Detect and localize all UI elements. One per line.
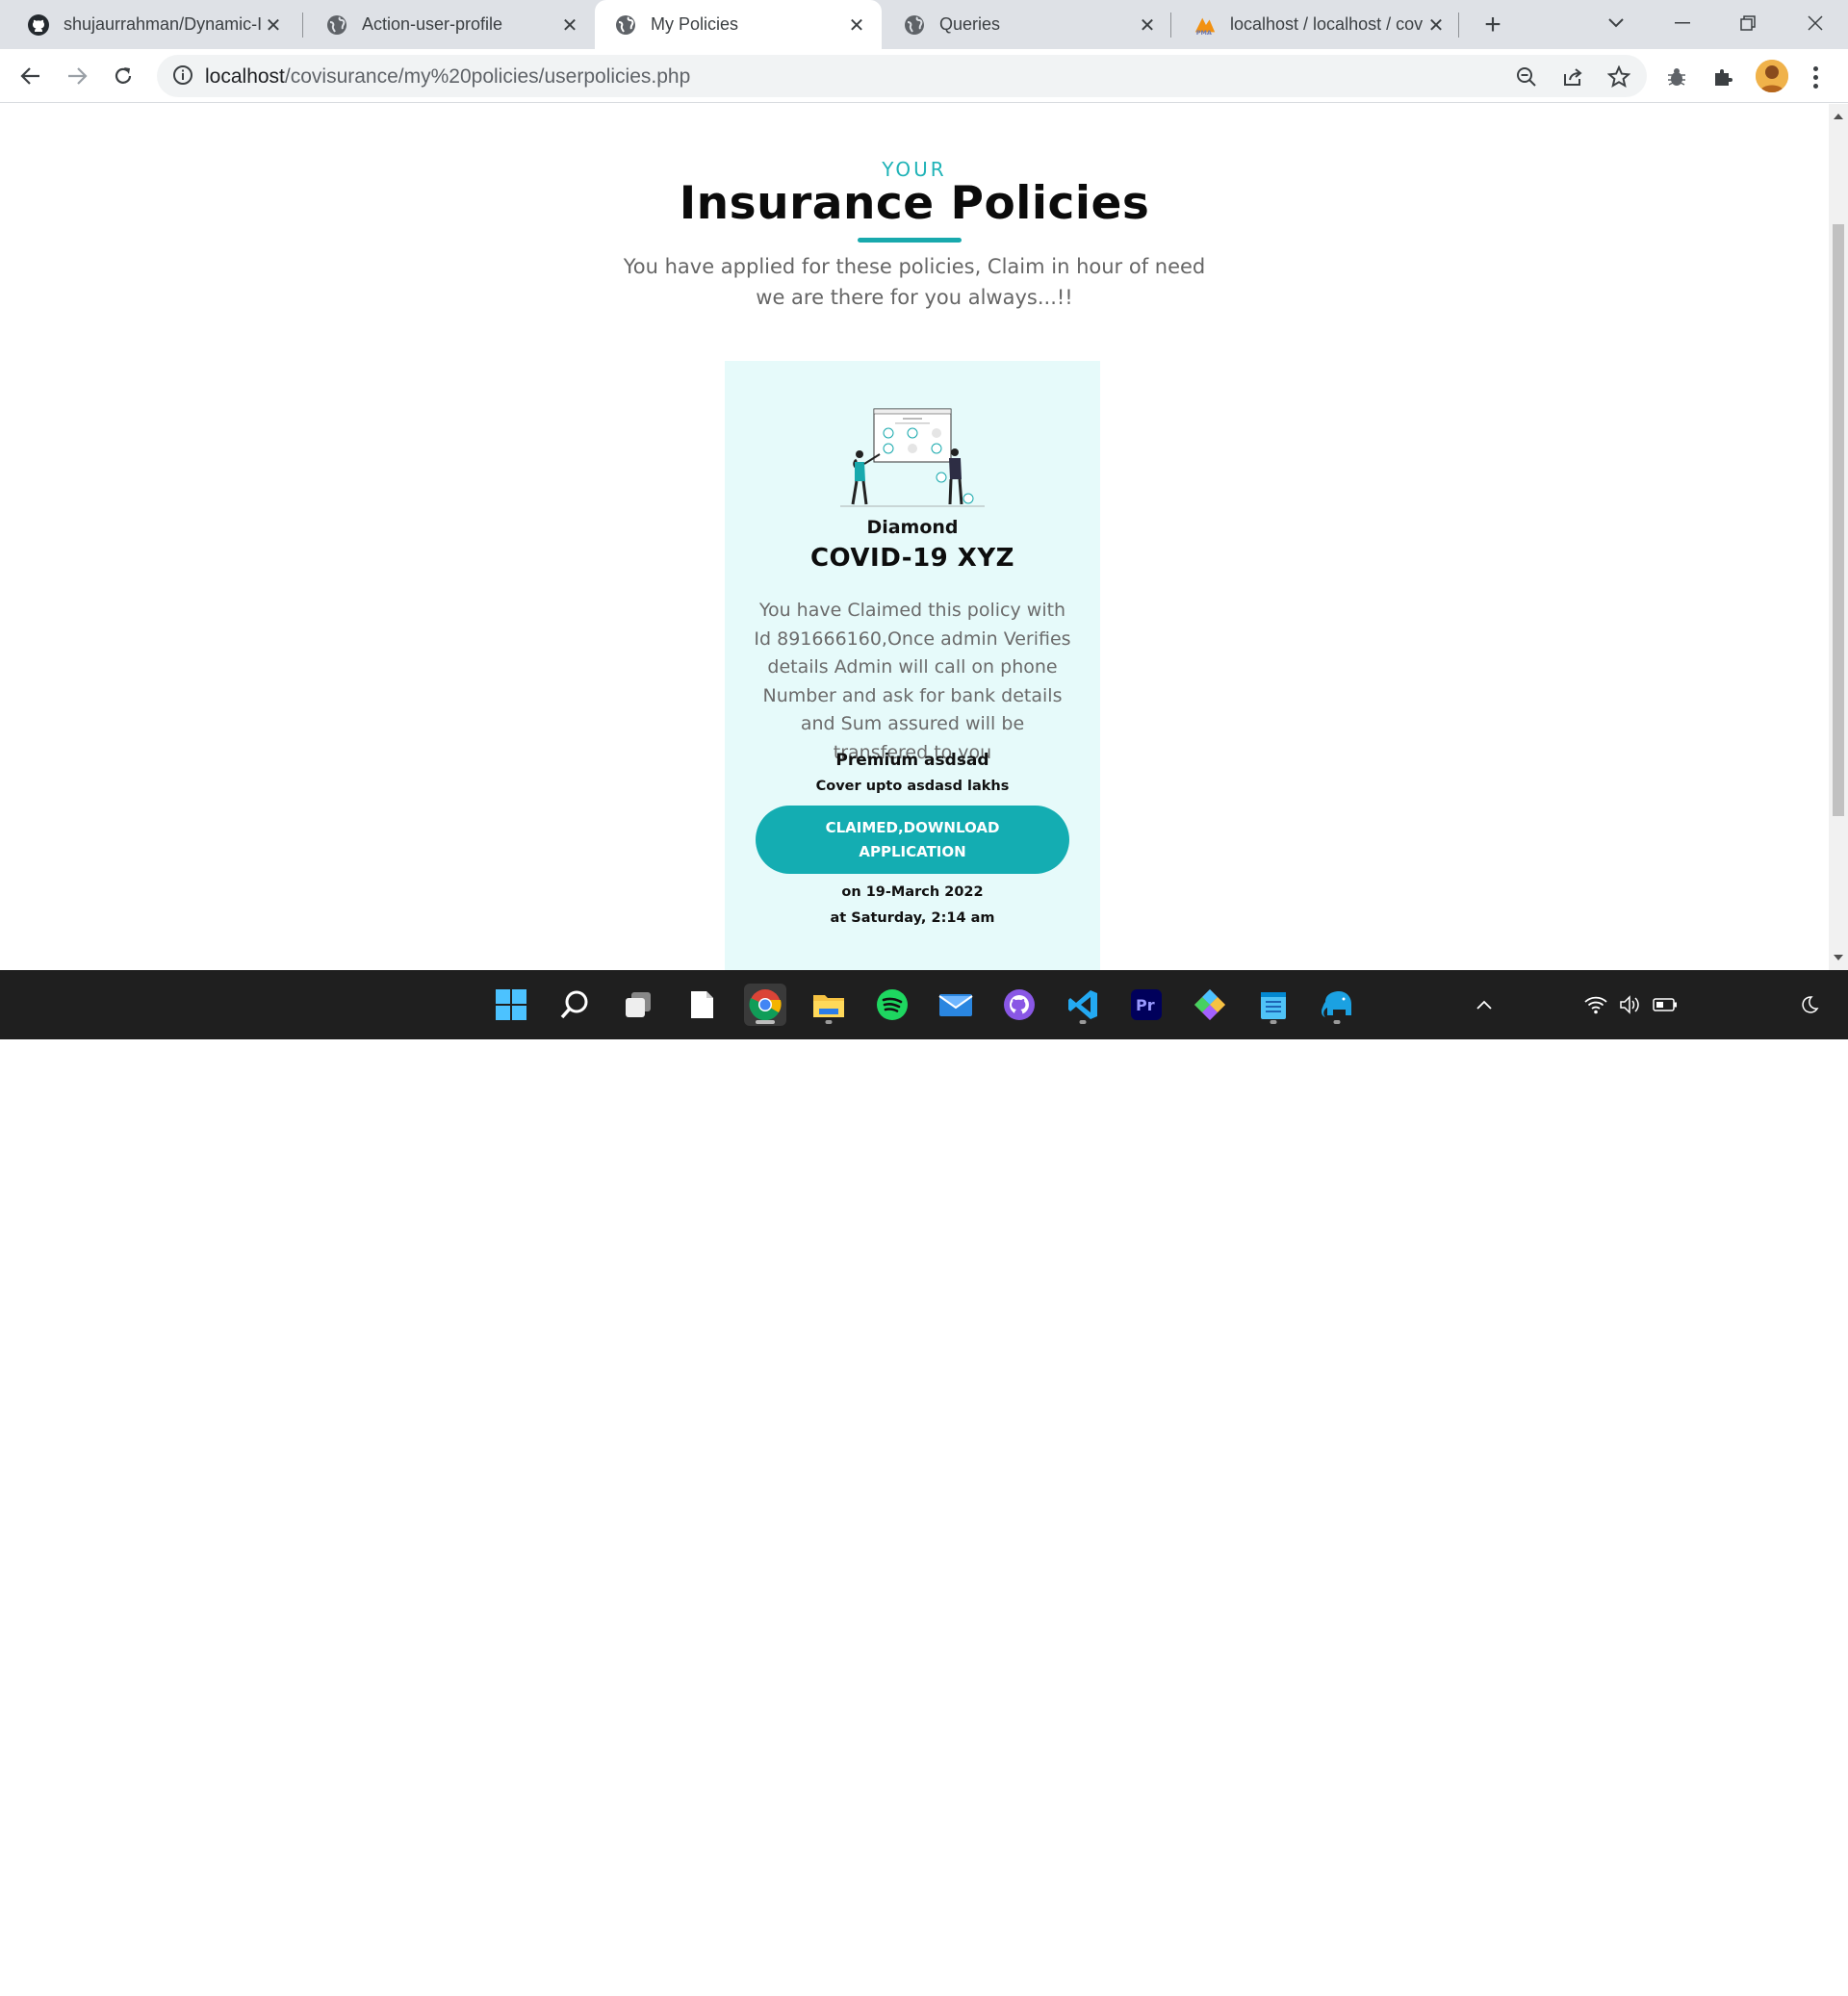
close-icon[interactable]: ✕: [262, 13, 285, 37]
tab-strip: shujaurrahman/Dynamic-I ✕ Action-user-pr…: [0, 0, 1848, 49]
premiere-pro-icon[interactable]: Pr: [1125, 984, 1168, 1026]
policy-illustration: [835, 404, 989, 510]
spotify-icon[interactable]: [871, 984, 913, 1026]
region-code: IN: [1532, 1977, 1550, 1995]
language-code: ENG: [1523, 1957, 1559, 1975]
zoom-icon[interactable]: [1514, 64, 1539, 90]
globe-icon: [903, 13, 926, 37]
bookmark-star-icon[interactable]: [1606, 64, 1631, 90]
running-indicator: [1079, 1020, 1087, 1024]
windows-start-icon[interactable]: [490, 984, 532, 1026]
active-indicator: [756, 1020, 775, 1024]
battery-icon[interactable]: [1646, 984, 1684, 1026]
elephant-icon[interactable]: [1316, 984, 1358, 1026]
clock[interactable]: 02:27 AM 19-03-2022: [1692, 1954, 1792, 1996]
git-icon[interactable]: [1189, 984, 1231, 1026]
close-icon[interactable]: ✕: [1136, 13, 1159, 37]
file-explorer-icon[interactable]: [808, 984, 850, 1026]
tab-my-policies[interactable]: My Policies ✕: [595, 0, 882, 49]
search-icon[interactable]: [553, 984, 596, 1026]
forward-button[interactable]: [60, 59, 94, 93]
tab-title: localhost / localhost / cov: [1230, 14, 1423, 34]
claim-date: on 19-March 2022: [841, 884, 984, 900]
policy-name: COVID-19 XYZ: [809, 544, 1015, 573]
page-subtitle: You have applied for these policies, Cla…: [597, 251, 1232, 313]
chrome-menu-icon[interactable]: [1806, 63, 1825, 91]
page-title: Insurance Policies: [679, 177, 1150, 230]
chrome-icon[interactable]: [744, 984, 786, 1026]
windows-taskbar: Pr ENG IN 02:27 AM 19-03-2022: [0, 970, 1848, 1995]
policy-cover: Cover upto asdasd lakhs: [815, 779, 1010, 794]
tab-title: shujaurrahman/Dynamic-I: [64, 14, 261, 34]
scroll-down-arrow[interactable]: [1834, 955, 1843, 960]
scrollbar-thumb[interactable]: [1833, 224, 1844, 816]
focus-moon-icon[interactable]: [1790, 984, 1829, 1026]
tab-separator: [302, 13, 303, 38]
mail-icon[interactable]: [935, 984, 977, 1026]
language-indicator[interactable]: ENG IN: [1517, 1956, 1565, 1996]
restore-button[interactable]: [1729, 6, 1767, 40]
clock-time: 02:27 AM: [1723, 1955, 1792, 1973]
close-icon[interactable]: ✕: [1424, 13, 1448, 37]
browser-toolbar: localhost/covisurance/my%20policies/user…: [0, 49, 1848, 103]
tab-action-user-profile[interactable]: Action-user-profile ✕: [306, 0, 595, 49]
url-path: /covisurance/my%20policies/userpolicies.…: [284, 65, 691, 88]
info-icon[interactable]: [172, 64, 195, 88]
tab-separator: [1170, 13, 1171, 38]
clock-date: 19-03-2022: [1708, 1976, 1792, 1994]
close-window-button[interactable]: [1796, 6, 1835, 40]
github-desktop-icon[interactable]: [998, 984, 1040, 1026]
phpmyadmin-icon: PMA: [1194, 13, 1217, 37]
vscode-icon[interactable]: [1062, 984, 1104, 1026]
notepad-blank-icon[interactable]: [680, 984, 723, 1026]
tab-phpmyadmin[interactable]: PMA localhost / localhost / cov ✕: [1174, 0, 1461, 49]
policy-description: You have Claimed this policy with Id 891…: [754, 600, 1071, 763]
close-icon[interactable]: ✕: [558, 13, 581, 37]
running-indicator: [825, 1020, 833, 1024]
bug-extension-icon[interactable]: [1662, 63, 1691, 91]
tab-title: My Policies: [651, 14, 739, 34]
running-indicator: [1333, 1020, 1341, 1024]
running-indicator: [1270, 1020, 1277, 1024]
scroll-up-arrow[interactable]: [1834, 114, 1843, 119]
tab-separator: [1458, 13, 1459, 38]
task-view-icon[interactable]: [617, 984, 659, 1026]
subtitle-line: we are there for you always...!!: [756, 286, 1073, 309]
wifi-icon[interactable]: [1577, 984, 1615, 1026]
profile-avatar[interactable]: [1756, 60, 1788, 92]
page-scrollbar[interactable]: [1829, 104, 1848, 970]
globe-icon: [614, 13, 637, 37]
tab-title: Action-user-profile: [362, 14, 503, 34]
url-host: localhost: [205, 65, 285, 88]
share-icon[interactable]: [1560, 64, 1585, 90]
notepad-icon[interactable]: [1252, 984, 1295, 1026]
policy-card: Diamond COVID-19 XYZ You have Claimed th…: [725, 361, 1100, 970]
claim-time: at Saturday, 2:14 am: [830, 910, 995, 926]
extensions-puzzle-icon[interactable]: [1708, 63, 1737, 91]
show-hidden-icons-chevron-up-icon[interactable]: [1465, 984, 1503, 1026]
page-viewport: YOUR Insurance Policies You have applied…: [0, 104, 1829, 970]
svg-text:PMA: PMA: [1196, 29, 1212, 37]
tab-title: Queries: [939, 14, 1001, 34]
subtitle-line: You have applied for these policies, Cla…: [623, 255, 1206, 278]
minimize-button[interactable]: [1663, 6, 1702, 40]
github-icon: [27, 13, 50, 37]
new-tab-button[interactable]: +: [1478, 9, 1507, 40]
close-icon[interactable]: ✕: [845, 13, 868, 37]
tab-search-chevron-down-icon[interactable]: [1597, 6, 1635, 40]
globe-icon: [325, 13, 348, 37]
policy-tier: Diamond: [866, 517, 959, 538]
svg-text:Pr: Pr: [1136, 996, 1155, 1014]
download-application-button[interactable]: CLAIMED,DOWNLOAD APPLICATION: [756, 806, 1069, 874]
url-text[interactable]: localhost/covisurance/my%20policies/user…: [205, 65, 690, 89]
address-bar[interactable]: localhost/covisurance/my%20policies/user…: [157, 55, 1647, 97]
volume-icon[interactable]: [1611, 984, 1650, 1026]
tab-queries[interactable]: Queries ✕: [884, 0, 1172, 49]
title-underline: [858, 238, 962, 243]
reload-button[interactable]: [106, 59, 141, 93]
back-button[interactable]: [13, 59, 48, 93]
tab-github[interactable]: shujaurrahman/Dynamic-I ✕: [8, 0, 298, 49]
policy-premium: Premium asdsad: [835, 751, 989, 770]
